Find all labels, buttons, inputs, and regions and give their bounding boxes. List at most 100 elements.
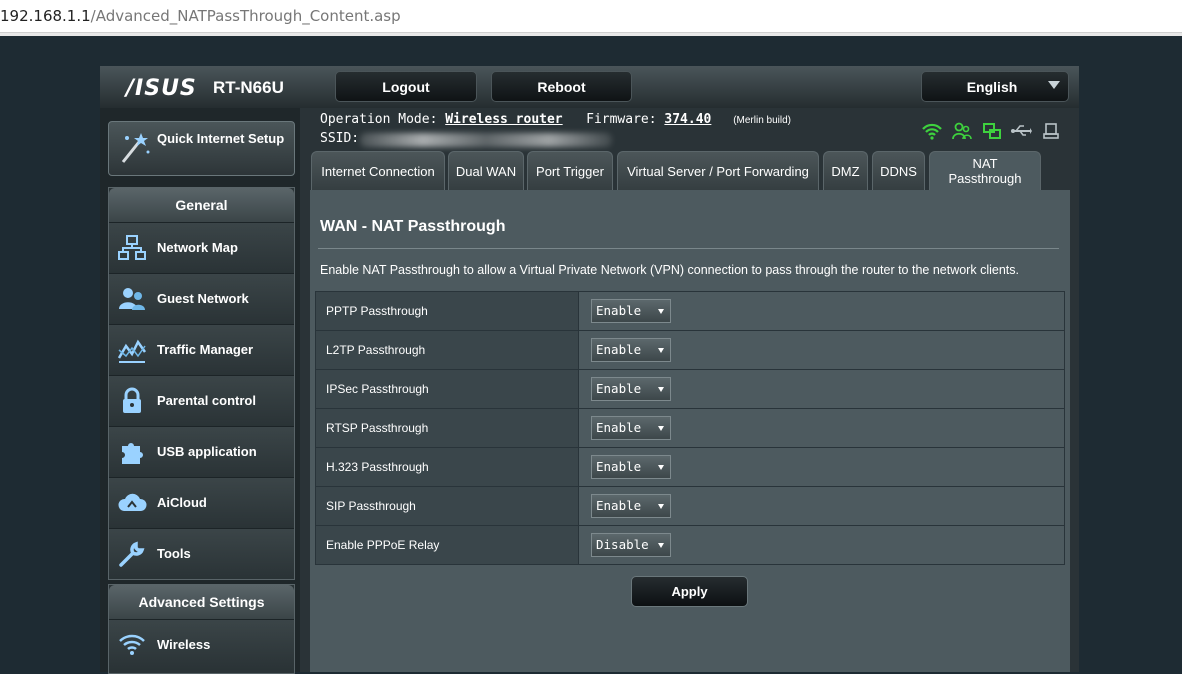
select-value: Enable (596, 498, 642, 513)
l2tp-passthrough-select[interactable]: Enable (591, 338, 671, 362)
quick-setup-label: Quick Internet Setup (157, 131, 285, 146)
h323-passthrough-select[interactable]: Enable (591, 455, 671, 479)
browser-divider (0, 33, 1182, 36)
reboot-button[interactable]: Reboot (491, 71, 632, 102)
sidebar-item-aicloud[interactable]: AiCloud (109, 477, 294, 528)
sidebar-item-label: AiCloud (157, 495, 207, 510)
table-row: SIP Passthrough Enable (315, 486, 1065, 526)
table-row: Enable PPPoE Relay Disable (315, 525, 1065, 565)
advanced-settings-header: Advanced Settings (109, 585, 294, 619)
tab-port-trigger[interactable]: Port Trigger (527, 151, 613, 190)
tab-dual-wan[interactable]: Dual WAN (448, 151, 524, 190)
sidebar-item-label: Network Map (157, 240, 238, 255)
url-path: /Advanced_NATPassThrough_Content.asp (90, 7, 401, 25)
page-description: Enable NAT Passthrough to allow a Virtua… (320, 263, 1019, 277)
select-value: Enable (596, 342, 642, 357)
network-map-icon (117, 234, 147, 262)
select-value: Enable (596, 381, 642, 396)
tab-internet-connection[interactable]: Internet Connection (311, 151, 445, 190)
sidebar-item-guest-network[interactable]: Guest Network (109, 273, 294, 324)
row-label: L2TP Passthrough (315, 330, 579, 370)
passthrough-table: PPTP Passthrough Enable L2TP Passthrough E… (315, 291, 1065, 565)
magic-wand-icon (119, 130, 151, 171)
usb-status-icon[interactable] (1010, 122, 1032, 145)
page-title: WAN - NAT Passthrough (320, 218, 506, 235)
browser-address-bar[interactable]: 192.168.1.1/Advanced_NATPassThrough_Cont… (0, 0, 1182, 33)
asus-logo: /ISUS (126, 76, 197, 101)
tab-nat-passthrough[interactable]: NAT Passthrough (929, 151, 1041, 190)
advanced-settings-menu: Advanced Settings Wireless (108, 584, 295, 674)
dropdown-arrow-icon (658, 543, 664, 548)
tab-dmz[interactable]: DMZ (823, 151, 868, 190)
wifi-icon (117, 631, 147, 659)
general-header: General (109, 188, 294, 222)
logout-button[interactable]: Logout (335, 71, 477, 102)
sidebar-item-label: Guest Network (157, 291, 249, 306)
operation-info: Operation Mode: Wireless router Firmware… (320, 112, 791, 127)
dropdown-arrow-icon (658, 309, 664, 314)
sidebar-item-label: Traffic Manager (157, 342, 254, 357)
sip-passthrough-select[interactable]: Enable (591, 494, 671, 518)
select-value: Disable (596, 537, 649, 552)
row-label: SIP Passthrough (315, 486, 579, 526)
url-text[interactable]: 192.168.1.1/Advanced_NATPassThrough_Cont… (0, 7, 401, 25)
sidebar-item-label: Wireless (157, 637, 211, 652)
printer-status-icon[interactable] (1042, 122, 1060, 145)
apply-button[interactable]: Apply (631, 576, 748, 607)
table-row: H.323 Passthrough Enable (315, 447, 1065, 487)
pppoe-relay-select[interactable]: Disable (591, 533, 671, 557)
dropdown-arrow-icon (1048, 81, 1060, 89)
url-host: 192.168.1.1 (0, 7, 91, 25)
sidebar-item-parental-control[interactable]: Parental control (109, 375, 294, 426)
ipsec-passthrough-select[interactable]: Enable (591, 377, 671, 401)
traffic-manager-icon (117, 336, 147, 364)
dropdown-arrow-icon (658, 426, 664, 431)
puzzle-icon (117, 438, 147, 466)
row-label: PPTP Passthrough (315, 291, 579, 331)
guest-network-icon (117, 285, 147, 313)
operation-mode-label: Operation Mode: (320, 112, 438, 127)
tab-ddns[interactable]: DDNS (872, 151, 925, 190)
pptp-passthrough-select[interactable]: Enable (591, 299, 671, 323)
dropdown-arrow-icon (658, 387, 664, 392)
quick-internet-setup-button[interactable]: Quick Internet Setup (108, 121, 295, 176)
ssid-label: SSID: (320, 131, 360, 146)
row-label: Enable PPPoE Relay (315, 525, 579, 565)
select-value: Enable (596, 303, 642, 318)
table-row: L2TP Passthrough Enable (315, 330, 1065, 370)
dropdown-arrow-icon (658, 504, 664, 509)
build-note: (Merlin build) (733, 115, 791, 126)
sidebar-item-network-map[interactable]: Network Map (109, 222, 294, 273)
sidebar-item-usb-application[interactable]: USB application (109, 426, 294, 477)
sidebar-item-label: USB application (157, 444, 257, 459)
sidebar-item-label: Tools (157, 546, 191, 561)
select-value: Enable (596, 420, 642, 435)
dropdown-arrow-icon (658, 465, 664, 470)
sidebar-item-traffic-manager[interactable]: Traffic Manager (109, 324, 294, 375)
wifi-status-icon[interactable] (922, 122, 942, 145)
ssid-redacted (360, 133, 612, 147)
table-row: PPTP Passthrough Enable (315, 291, 1065, 331)
tab-virtual-server[interactable]: Virtual Server / Port Forwarding (617, 151, 819, 190)
clients-status-icon[interactable] (952, 122, 972, 145)
network-status-icon[interactable] (982, 122, 1002, 145)
general-menu: General Network Map Guest Network Traffi… (108, 187, 295, 580)
sidebar-item-tools[interactable]: Tools (109, 528, 294, 579)
row-label: RTSP Passthrough (315, 408, 579, 448)
row-label: IPSec Passthrough (315, 369, 579, 409)
wrench-icon (117, 540, 147, 568)
model-name: RT-N66U (213, 78, 284, 97)
lock-icon (117, 387, 147, 415)
operation-mode-link[interactable]: Wireless router (445, 112, 562, 127)
select-value: Enable (596, 459, 642, 474)
rtsp-passthrough-select[interactable]: Enable (591, 416, 671, 440)
cloud-icon (117, 489, 147, 517)
language-select[interactable]: English (921, 71, 1069, 102)
language-value: English (966, 79, 1018, 95)
table-row: IPSec Passthrough Enable (315, 369, 1065, 409)
table-row: RTSP Passthrough Enable (315, 408, 1065, 448)
dropdown-arrow-icon (658, 348, 664, 353)
title-divider (318, 248, 1059, 249)
sidebar-item-wireless[interactable]: Wireless (109, 619, 294, 670)
firmware-link[interactable]: 374.40 (664, 112, 711, 127)
